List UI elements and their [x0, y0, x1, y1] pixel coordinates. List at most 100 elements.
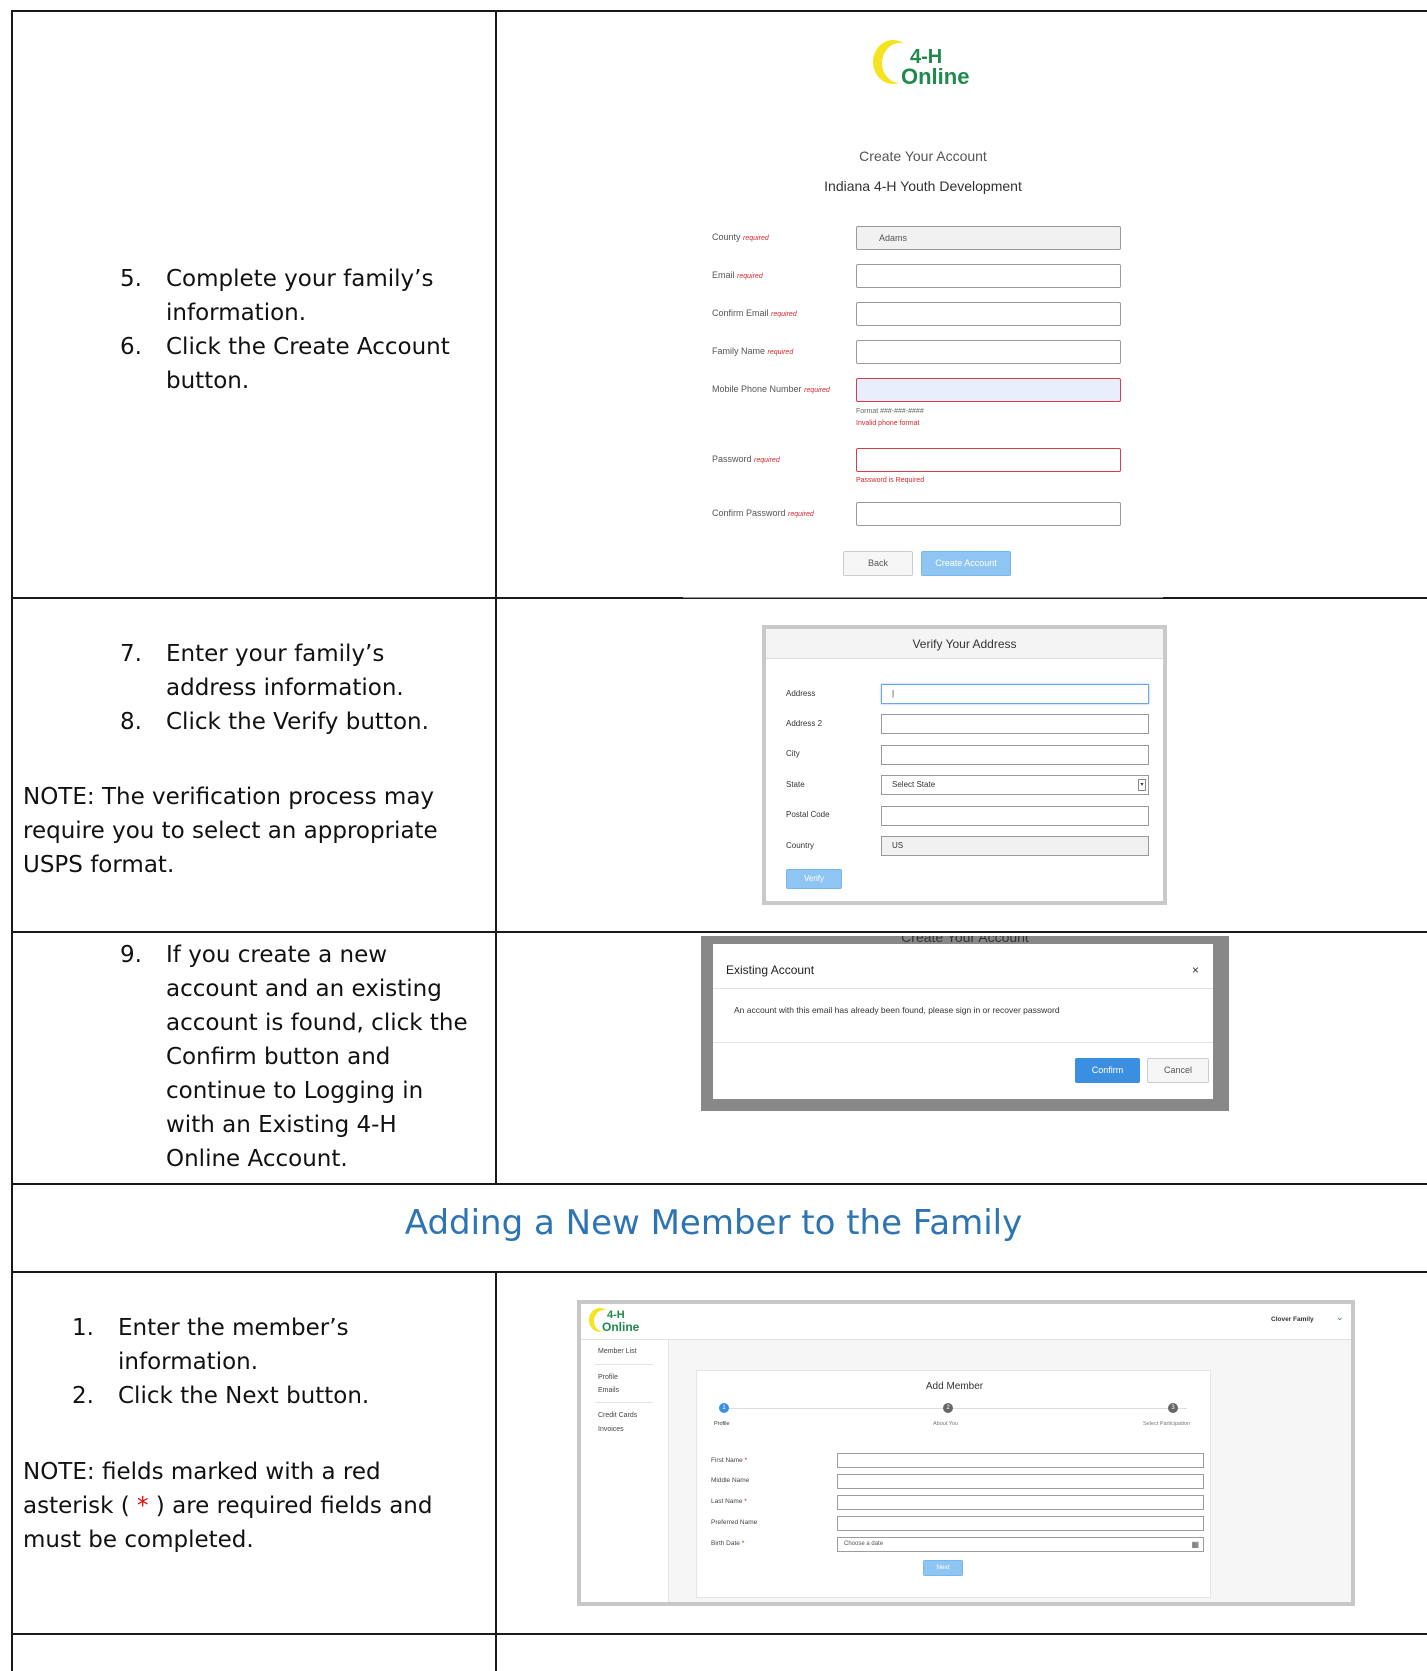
- modal-header-divider: [713, 988, 1213, 989]
- password-error-text: Password is Required: [856, 477, 925, 484]
- country-input[interactable]: US: [881, 836, 1149, 856]
- next-button[interactable]: Next: [923, 1560, 963, 1576]
- calendar-icon[interactable]: ▦: [1191, 1538, 1199, 1551]
- user-menu[interactable]: Clover Family: [1271, 1316, 1314, 1323]
- table-col-divider-2: [495, 1272, 497, 1671]
- existing-account-screenshot: Create Your Account Existing Account × A…: [701, 936, 1229, 1111]
- chevron-down-icon[interactable]: ⌄: [1336, 1312, 1344, 1323]
- create-account-title: Create Your Account: [859, 148, 987, 164]
- first-name-input[interactable]: [837, 1453, 1204, 1468]
- modal-footer-divider: [713, 1042, 1213, 1043]
- add-member-screenshot: 4-H Online Clover Family ⌄ Member List P…: [577, 1300, 1355, 1606]
- confirm-password-field[interactable]: [856, 502, 1121, 526]
- mobile-phone-field[interactable]: [856, 378, 1121, 402]
- preferred-name-input[interactable]: [837, 1516, 1204, 1531]
- row-divider-5: [11, 1633, 1427, 1635]
- state-select-value: Select State: [892, 780, 936, 789]
- address2-label: Address 2: [786, 719, 823, 728]
- step-2: 2. Click the Next button.: [72, 1383, 370, 1409]
- address-input[interactable]: |: [881, 684, 1149, 704]
- nav-profile[interactable]: Profile: [598, 1374, 618, 1381]
- first-name-label: First Name *: [711, 1457, 748, 1464]
- confirm-email-field[interactable]: [856, 302, 1121, 326]
- row4-note: NOTE: fields marked with a red asterisk …: [23, 1459, 433, 1553]
- modal-message: An account with this email has already b…: [734, 1005, 1060, 1015]
- nav-member-list[interactable]: Member List: [598, 1348, 637, 1355]
- table-border-top: [11, 10, 1427, 12]
- step-2-dot: 2: [943, 1403, 953, 1413]
- close-icon[interactable]: ×: [1192, 963, 1199, 977]
- section-title: Adding a New Member to the Family: [404, 1203, 1023, 1243]
- nav-invoices[interactable]: Invoices: [598, 1426, 624, 1433]
- step-3-dot: 3: [1168, 1403, 1178, 1413]
- email-label: Email required: [712, 270, 763, 280]
- phone-format-help: Format ###-###-####: [856, 408, 924, 415]
- stepper-line: [727, 1408, 1187, 1409]
- row1-instructions: 5. Complete your family’s information. 6. C…: [120, 262, 480, 398]
- create-account-subtitle: Indiana 4-H Youth Development: [824, 178, 1022, 194]
- birth-date-placeholder: Choose a date: [844, 1541, 884, 1547]
- middle-name-input[interactable]: [837, 1474, 1204, 1489]
- modal-title: Existing Account: [726, 963, 815, 977]
- cancel-button[interactable]: Cancel: [1147, 1058, 1209, 1083]
- birth-date-input[interactable]: Choose a date ▦: [837, 1537, 1204, 1552]
- row2-note: NOTE: The verification process may requi…: [23, 784, 438, 878]
- city-label: City: [786, 749, 800, 758]
- row-divider-4: [11, 1271, 1427, 1273]
- behind-title-peek: Create Your Account: [901, 936, 1029, 944]
- add-member-card: Add Member 1 2 3 Profile About You Selec…: [696, 1370, 1211, 1598]
- screenshot-bottom-rule: [683, 597, 1163, 598]
- confirm-password-label: Confirm Password required: [712, 508, 814, 518]
- step-1-dot: 1: [719, 1403, 729, 1413]
- back-button[interactable]: Back: [843, 551, 913, 576]
- existing-account-modal: Existing Account × An account with this …: [713, 944, 1213, 1099]
- create-account-button[interactable]: Create Account: [921, 551, 1011, 576]
- address2-input[interactable]: [881, 714, 1149, 734]
- row4-instructions: 1. Enter the member’s information. 2. Click…: [72, 1311, 472, 1413]
- password-field[interactable]: [856, 448, 1121, 472]
- last-name-input[interactable]: [837, 1495, 1204, 1510]
- confirm-email-label: Confirm Email required: [712, 308, 797, 318]
- family-name-label: Family Name required: [712, 346, 794, 356]
- step-9: 9. If you create a new account and an ex…: [120, 942, 468, 1172]
- email-field[interactable]: [856, 264, 1121, 288]
- phone-error-text: Invalid phone format: [856, 420, 920, 427]
- last-name-label: Last Name *: [711, 1498, 747, 1505]
- confirm-button[interactable]: Confirm: [1075, 1058, 1140, 1083]
- country-label: Country: [786, 841, 815, 850]
- sidebar: Member List Profile Emails Credit Cards …: [581, 1340, 669, 1602]
- step-8: 8. Click the Verify button.: [120, 709, 429, 735]
- family-name-field[interactable]: [856, 340, 1121, 364]
- verify-address-screenshot: Verify Your Address Address | Address 2 …: [762, 625, 1167, 905]
- logo-text-online: Online: [901, 64, 970, 89]
- 4h-online-logo: 4-H Online: [873, 35, 978, 95]
- 4h-online-logo-small: 4-H Online: [589, 1306, 649, 1338]
- city-input[interactable]: [881, 745, 1149, 765]
- middle-name-label: Middle Name: [711, 1477, 750, 1484]
- row-divider-3: [11, 1183, 1427, 1185]
- password-label: Password required: [712, 454, 780, 464]
- step-5: 5. Complete your family’s information.: [120, 266, 434, 326]
- preferred-name-label: Preferred Name: [711, 1519, 758, 1526]
- nav-credit-cards[interactable]: Credit Cards: [598, 1412, 637, 1419]
- verify-address-title: Verify Your Address: [766, 629, 1163, 659]
- postal-code-input[interactable]: [881, 806, 1149, 826]
- row2-instructions: 7. Enter your family’s address information…: [120, 637, 480, 739]
- step-7: 7. Enter your family’s address information…: [120, 641, 404, 701]
- app-header: 4-H Online Clover Family ⌄: [581, 1304, 1351, 1340]
- create-account-screenshot: 4-H Online Create Your Account Indiana 4…: [683, 20, 1163, 600]
- row3-instructions: 9. If you create a new account and an ex…: [120, 938, 490, 1176]
- chevron-down-icon[interactable]: ▾: [1138, 779, 1146, 791]
- step-2-label: About You: [933, 1421, 959, 1427]
- add-member-title: Add Member: [925, 1381, 984, 1392]
- address-label: Address: [786, 689, 816, 698]
- step-3-label: Select Participation: [1143, 1421, 1191, 1427]
- state-select[interactable]: Select State ▾: [881, 775, 1149, 795]
- postal-code-label: Postal Code: [786, 810, 830, 819]
- user-name: Clover Family: [1271, 1316, 1314, 1323]
- table-border-left: [11, 10, 13, 1671]
- county-field[interactable]: Adams: [856, 226, 1121, 250]
- verify-button[interactable]: Verify: [786, 869, 842, 889]
- row-divider-2: [11, 931, 1427, 933]
- nav-emails[interactable]: Emails: [598, 1387, 619, 1394]
